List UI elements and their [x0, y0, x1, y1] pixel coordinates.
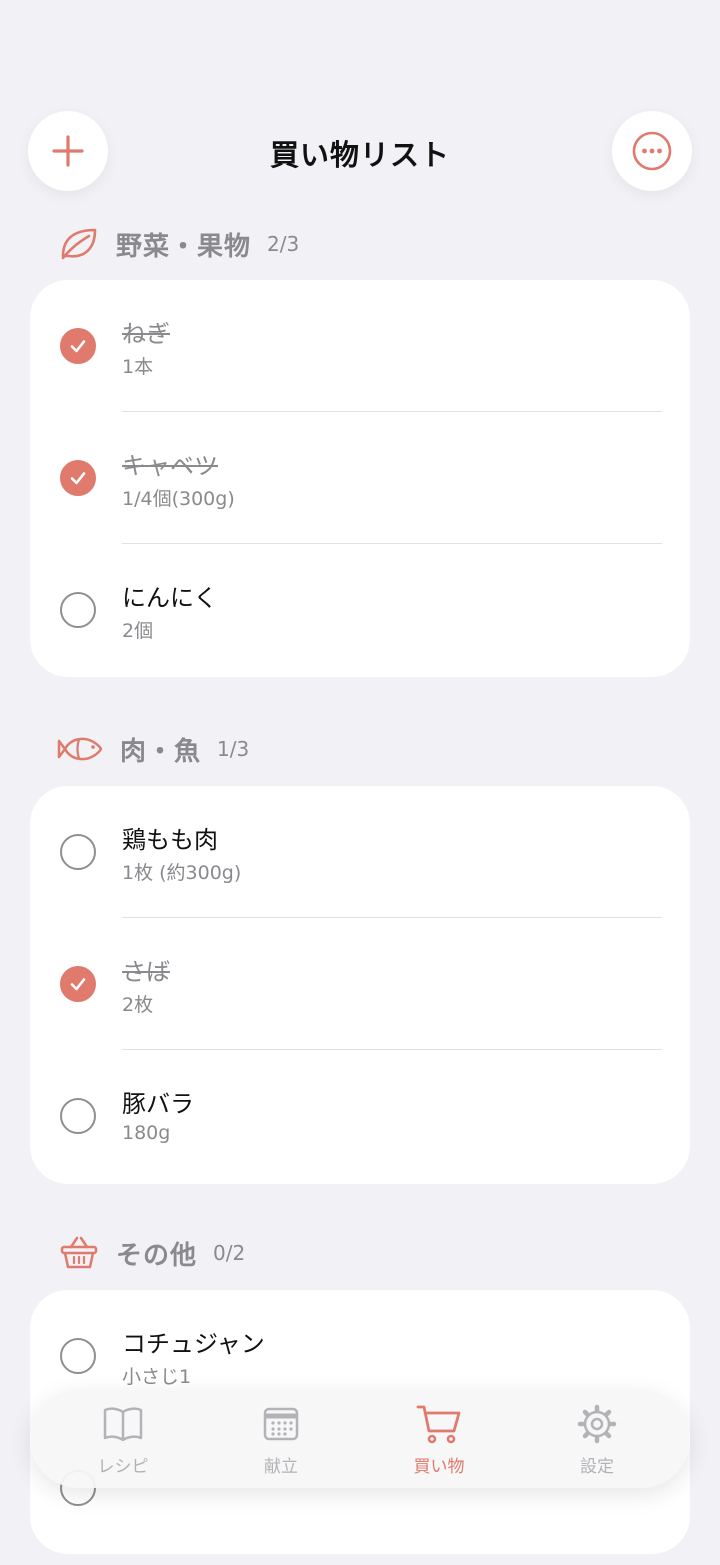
section-header-vegetables: 野菜・果物 2/3 [56, 222, 299, 266]
tab-settings[interactable]: 設定 [532, 1402, 662, 1477]
checkbox-unchecked[interactable] [60, 592, 96, 628]
list-item[interactable]: さば 2枚 [30, 918, 690, 1050]
item-quantity: 小さじ1 [122, 1366, 192, 1388]
checkbox-unchecked[interactable] [60, 834, 96, 870]
more-button[interactable] [612, 111, 692, 191]
checkbox-unchecked[interactable] [60, 1338, 96, 1374]
item-name: にんにく [122, 584, 218, 612]
section-title: その他 [116, 1240, 198, 1271]
item-name: コチュジャン [122, 1330, 265, 1358]
section-count: 0/2 [213, 1241, 246, 1265]
tab-menu-plan[interactable]: 献立 [216, 1402, 346, 1477]
checkmark-icon [70, 472, 86, 485]
item-quantity: 2枚 [122, 994, 154, 1016]
list-item[interactable]: 鶏もも肉 1枚 (約300g) [30, 786, 690, 918]
gear-icon [577, 1402, 617, 1446]
fish-icon [56, 729, 106, 769]
item-quantity: 1本 [122, 356, 154, 378]
checkmark-icon [70, 978, 86, 991]
tab-shopping[interactable]: 買い物 [374, 1402, 504, 1477]
item-name: 豚バラ [122, 1090, 194, 1118]
cart-icon [416, 1402, 462, 1446]
book-icon [101, 1402, 145, 1446]
section-count: 1/3 [217, 737, 250, 761]
item-name: ねぎ [122, 320, 170, 348]
tab-label: 献立 [264, 1456, 298, 1477]
section-card-vegetables: ねぎ 1本 キャベツ 1/4個(300g) にんにく 2個 [30, 280, 690, 677]
checkbox-checked[interactable] [60, 966, 96, 1002]
item-quantity: 1枚 (約300g) [122, 862, 242, 884]
tab-label: レシピ [97, 1456, 149, 1477]
ellipsis-circle-icon [632, 131, 672, 171]
item-name: さば [122, 958, 170, 986]
leaf-icon [56, 224, 102, 264]
tab-bar: レシピ 献立 買い物 設定 [30, 1390, 690, 1488]
section-count: 2/3 [267, 232, 300, 256]
header: 買い物リスト [0, 108, 720, 196]
basket-icon [56, 1233, 102, 1273]
section-header-meat-fish: 肉・魚 1/3 [56, 727, 249, 771]
checkbox-unchecked[interactable] [60, 1098, 96, 1134]
calendar-icon [261, 1402, 301, 1446]
item-quantity: 1/4個(300g) [122, 488, 235, 510]
section-title: 肉・魚 [120, 736, 202, 767]
list-item[interactable]: ねぎ 1本 [30, 280, 690, 412]
checkbox-checked[interactable] [60, 328, 96, 364]
tab-label: 買い物 [413, 1456, 465, 1477]
checkbox-checked[interactable] [60, 460, 96, 496]
list-item[interactable]: 豚バラ 180g [30, 1050, 690, 1182]
list-item[interactable]: にんにく 2個 [30, 544, 690, 676]
item-name: キャベツ [122, 452, 218, 480]
checkmark-icon [70, 340, 86, 353]
section-title: 野菜・果物 [116, 231, 252, 262]
tab-label: 設定 [580, 1456, 614, 1477]
list-item[interactable]: キャベツ 1/4個(300g) [30, 412, 690, 544]
section-header-other: その他 0/2 [56, 1231, 245, 1275]
item-name: 鶏もも肉 [122, 826, 218, 854]
tab-recipes[interactable]: レシピ [58, 1402, 188, 1477]
item-quantity: 2個 [122, 620, 154, 642]
item-quantity: 180g [122, 1122, 171, 1144]
section-card-meat-fish: 鶏もも肉 1枚 (約300g) さば 2枚 豚バラ 180g [30, 786, 690, 1184]
